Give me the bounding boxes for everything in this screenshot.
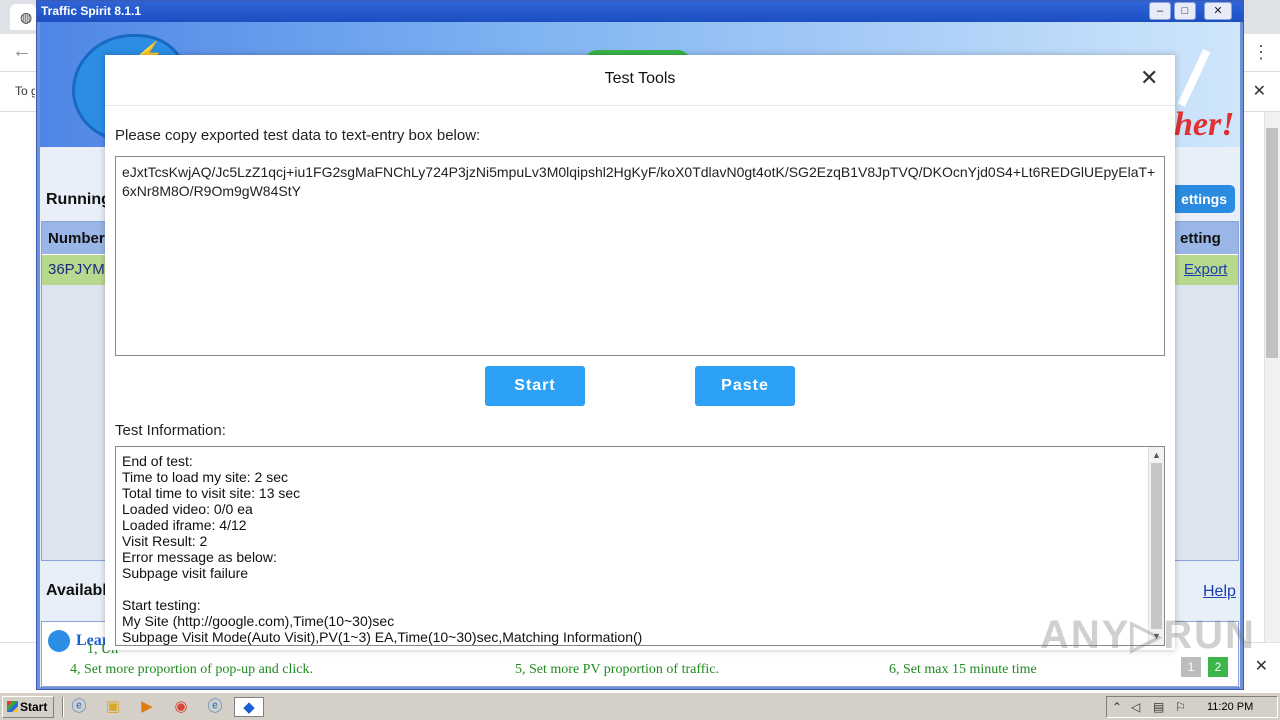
watermark-logo: ANY▷RUN	[1040, 613, 1256, 657]
tip-item-6: 6, Set max 15 minute time	[889, 662, 1037, 677]
app-title: Traffic Spirit 8.1.1	[41, 4, 142, 18]
close-icon[interactable]: ✕	[1140, 67, 1158, 89]
taskbar: Start ⓔ ▣ ▶ ◉ ⓔ ◆ ⌃ ◁ ▤ ⚐ 11:20 PM	[0, 692, 1280, 720]
bottom-bar-close-icon[interactable]: ✕	[1255, 656, 1268, 676]
internet-explorer-icon[interactable]: ⓔ	[68, 697, 90, 717]
window-close-button[interactable]: ✕	[1204, 2, 1232, 20]
banner-arrow-icon	[1177, 49, 1211, 107]
start-menu-label: Start	[20, 700, 48, 714]
settings-button[interactable]: ettings	[1170, 185, 1235, 213]
page-1-button[interactable]: 1	[1181, 657, 1201, 677]
taskbar-separator	[62, 697, 64, 717]
info-line: My Site (http://google.com),Time(10~30)s…	[122, 613, 395, 629]
flag-icon[interactable]: ⚐	[1175, 700, 1186, 714]
test-data-input[interactable]	[115, 156, 1165, 356]
info-line: Visit Result: 2	[122, 533, 208, 549]
dialog-title: Test Tools	[604, 70, 676, 87]
chrome-icon[interactable]: ◉	[170, 697, 192, 717]
clock: 11:20 PM	[1207, 701, 1254, 713]
info-line: End of test:	[122, 453, 193, 469]
page-2-button[interactable]: 2	[1208, 657, 1228, 677]
infobar-close-icon[interactable]: ✕	[1253, 81, 1266, 101]
tip-item-4: 4, Set more proportion of pop-up and cli…	[70, 662, 314, 677]
info-line: Loaded video: 0/0 ea	[122, 501, 253, 517]
export-link[interactable]: Export	[1184, 261, 1227, 278]
scroll-up-arrow-icon[interactable]: ▲	[1152, 450, 1161, 460]
minimize-button[interactable]: –	[1149, 2, 1171, 20]
running-label: Running	[46, 191, 111, 208]
globe-icon: ◍	[20, 9, 33, 25]
dialog-divider	[105, 105, 1175, 106]
info-line	[122, 581, 1142, 597]
tip-item-5: 5, Set more PV proportion of traffic.	[515, 662, 720, 677]
info-line: Subpage Visit Mode(Auto Visit),PV(1~3) E…	[122, 629, 643, 645]
available-label: Availabl	[46, 582, 107, 599]
banner-slogan: her!	[1174, 106, 1235, 143]
info-line: Subpage visit failure	[122, 565, 249, 581]
test-information-box[interactable]: End of test: Time to load my site: 2 sec…	[115, 446, 1165, 646]
learn-icon	[48, 630, 70, 652]
info-line: Total time to visit site: 13 sec	[122, 485, 301, 501]
folder-icon[interactable]: ▣	[102, 697, 124, 717]
test-information-label: Test Information:	[115, 422, 226, 439]
info-line: Loaded iframe: 4/12	[122, 517, 247, 533]
grid-header-number: Number	[48, 230, 105, 247]
network-icon[interactable]: ▤	[1153, 700, 1164, 714]
system-tray: ⌃ ◁ ▤ ⚐ 11:20 PM	[1106, 696, 1278, 718]
back-arrow-icon[interactable]: ←	[12, 40, 32, 63]
test-tools-dialog: Test Tools ✕ Please copy exported test d…	[105, 55, 1175, 650]
browser-scrollbar-thumb[interactable]	[1266, 128, 1278, 358]
app-titlebar[interactable]: Traffic Spirit 8.1.1 – □ ✕	[37, 1, 1243, 22]
info-scrollbar-thumb[interactable]	[1151, 463, 1162, 629]
media-player-icon[interactable]: ▶	[136, 697, 158, 717]
info-line: Error message as below:	[122, 549, 277, 565]
edge-icon[interactable]: ⓔ	[204, 697, 226, 717]
windows-logo-icon	[7, 701, 18, 712]
maximize-button[interactable]: □	[1174, 2, 1196, 20]
start-button[interactable]: Start	[485, 366, 585, 406]
volume-icon[interactable]: ◁	[1131, 700, 1140, 714]
info-line: Start testing:	[122, 597, 201, 613]
grid-header-setting: etting	[1180, 230, 1221, 247]
kebab-menu-icon[interactable]: ⋮	[1252, 42, 1270, 63]
start-menu-button[interactable]: Start	[2, 696, 54, 718]
paste-button[interactable]: Paste	[695, 366, 795, 406]
instruction-text: Please copy exported test data to text-e…	[115, 127, 481, 144]
tray-expand-icon[interactable]: ⌃	[1112, 700, 1122, 714]
help-link[interactable]: Help	[1203, 583, 1236, 601]
info-line: Time to load my site: 2 sec	[122, 469, 288, 485]
test-information-lines: End of test: Time to load my site: 2 sec…	[122, 453, 1142, 645]
task-id: 36PJYM	[48, 261, 105, 278]
infobar-text: To get missing image descriptions	[15, 84, 35, 98]
traffic-spirit-task-icon[interactable]: ◆	[234, 697, 264, 717]
